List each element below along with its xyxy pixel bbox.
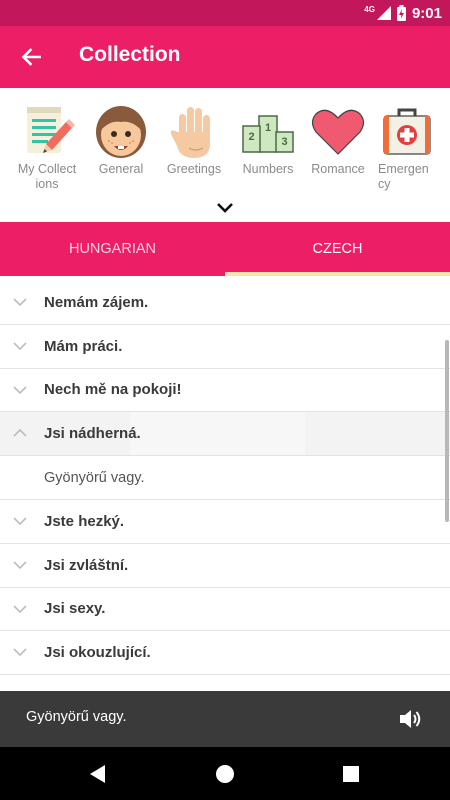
category-general[interactable]: General [86,102,156,177]
clock: 9:01 [411,4,442,22]
chevron-down-icon [13,298,27,307]
phrase-row[interactable]: Mám práci. [0,325,450,369]
nav-recents-icon[interactable] [339,762,363,786]
notepad-pencil-icon [27,107,75,153]
player-text: Gyönyörű vagy. [26,709,127,725]
girl-face-icon [96,106,146,158]
category-label: Romance [311,162,365,176]
phrase-text: Mám práci. [44,337,123,355]
phrase-translation: Gyönyörű vagy. [44,469,145,486]
tab-czech[interactable]: CZECH [225,222,450,276]
chevron-down-icon[interactable] [213,199,237,217]
phrase-text: Jsi okouzlující. [44,644,151,662]
svg-text:3: 3 [281,136,287,148]
svg-text:1: 1 [265,122,271,134]
category-label: Greetings [166,162,222,176]
phrase-row[interactable]: Jsi zvláštní. [0,544,450,588]
phrase-text: Jste hezký. [44,512,125,530]
category-greetings[interactable]: Greetings [159,102,229,177]
status-bar: 4G 9:01 [0,0,450,26]
phrase-row-expanded[interactable]: Jsi nádherná. [0,412,450,457]
tab-hungarian[interactable]: HUNGARIAN [0,222,225,276]
nav-home-icon[interactable] [213,762,237,786]
category-label: Numbers [242,162,294,176]
phrase-row[interactable]: Nech mě na pokoji! [0,369,450,413]
phrase-text: Jsi nádherná. [44,425,141,443]
chevron-up-icon [13,429,27,437]
phrase-text: Jsi zvláštní. [44,556,129,574]
phrase-text: Jsi sexy. [44,600,106,618]
nav-back-icon[interactable] [86,762,110,786]
phrase-row[interactable]: Jsi okouzlující. [0,631,450,676]
category-label: Emergen cy [378,162,429,191]
category-strip: My Collect ions General Greetings 1 2 3 … [0,88,450,222]
signal-icon [376,6,391,20]
battery-icon [396,5,406,21]
list-scrollbar[interactable] [445,340,449,522]
phrase-list: Nemám zájem. Mám práci. Nech mě na pokoj… [0,281,450,691]
podium-icon: 1 2 3 [242,115,294,153]
category-label: My Collect ions [17,162,77,191]
phrase-text: Nech mě na pokoji! [44,381,182,399]
speaker-icon[interactable] [398,707,424,731]
back-button[interactable] [14,40,48,74]
category-numbers[interactable]: 1 2 3 Numbers [233,102,303,177]
chevron-down-icon [13,342,27,350]
audio-player-bar: Gyönyörű vagy. [0,691,450,747]
tab-indicator [225,272,450,276]
category-my-collections[interactable]: My Collect ions [12,102,82,192]
chevron-down-icon [13,517,27,526]
first-aid-kit-icon [383,108,431,155]
page-title: Collection [79,43,181,66]
phrase-row[interactable]: Jste hezký. [0,500,450,544]
phrase-text: Nemám zájem. [44,293,149,311]
heart-icon [311,109,365,155]
system-nav-bar [0,747,450,800]
touch-ripple [130,412,305,456]
chevron-down-icon [13,605,27,613]
chevron-down-icon [13,386,27,394]
phrase-row[interactable]: Jsi sexy. [0,588,450,632]
chevron-down-icon [13,648,27,657]
category-romance[interactable]: Romance [303,102,373,177]
chevron-down-icon [13,561,27,569]
svg-text:2: 2 [248,131,254,143]
category-label: General [98,162,144,176]
phrase-row[interactable]: Nemám zájem. [0,281,450,325]
app-bar: Collection [0,26,450,88]
network-type: 4G [364,4,375,14]
waving-hand-icon [170,107,210,158]
phrase-translation-row[interactable]: Gyönyörű vagy. [0,456,450,500]
arrow-back-icon [21,48,41,66]
category-emergency[interactable]: Emergen cy [372,102,442,192]
language-tabs: HUNGARIAN CZECH [0,222,450,276]
